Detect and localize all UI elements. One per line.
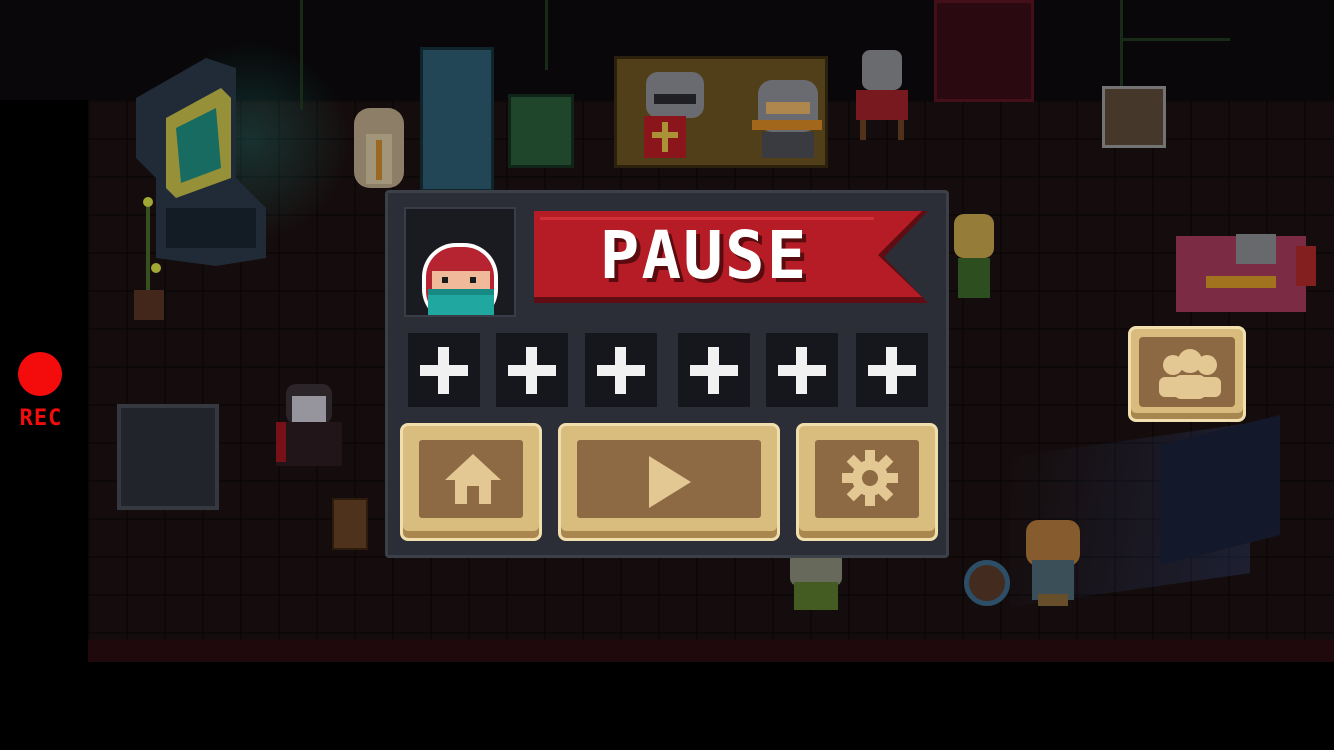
pause-title-banner: PAUSE <box>534 211 928 309</box>
play-icon <box>649 456 691 508</box>
item-slot[interactable] <box>585 333 657 407</box>
home-button[interactable] <box>400 423 542 541</box>
item-slot[interactable] <box>408 333 480 407</box>
item-slot[interactable] <box>678 333 750 407</box>
character-portrait <box>404 207 516 317</box>
item-slot[interactable] <box>856 333 928 407</box>
home-icon <box>445 454 501 504</box>
people-icon <box>1159 349 1221 399</box>
recording-indicator: REC <box>14 350 68 440</box>
settings-button[interactable] <box>796 423 938 541</box>
friends-button[interactable] <box>1128 326 1246 422</box>
item-slot[interactable] <box>766 333 838 407</box>
plus-icon-stem <box>438 347 449 394</box>
ninja-hero-icon <box>422 243 498 315</box>
plus-icon-stem <box>526 347 537 394</box>
plus-icon-stem <box>708 347 719 394</box>
gear-icon <box>842 450 898 506</box>
pause-title: PAUSE <box>599 217 809 294</box>
plus-icon-stem <box>886 347 897 394</box>
recording-label: REC <box>19 406 63 431</box>
pause-panel: PAUSE <box>385 190 949 558</box>
record-dot-icon <box>18 352 62 396</box>
resume-button[interactable] <box>558 423 780 541</box>
plus-icon-stem <box>615 347 626 394</box>
item-slot[interactable] <box>496 333 568 407</box>
item-slots <box>408 333 932 407</box>
plus-icon-stem <box>796 347 807 394</box>
